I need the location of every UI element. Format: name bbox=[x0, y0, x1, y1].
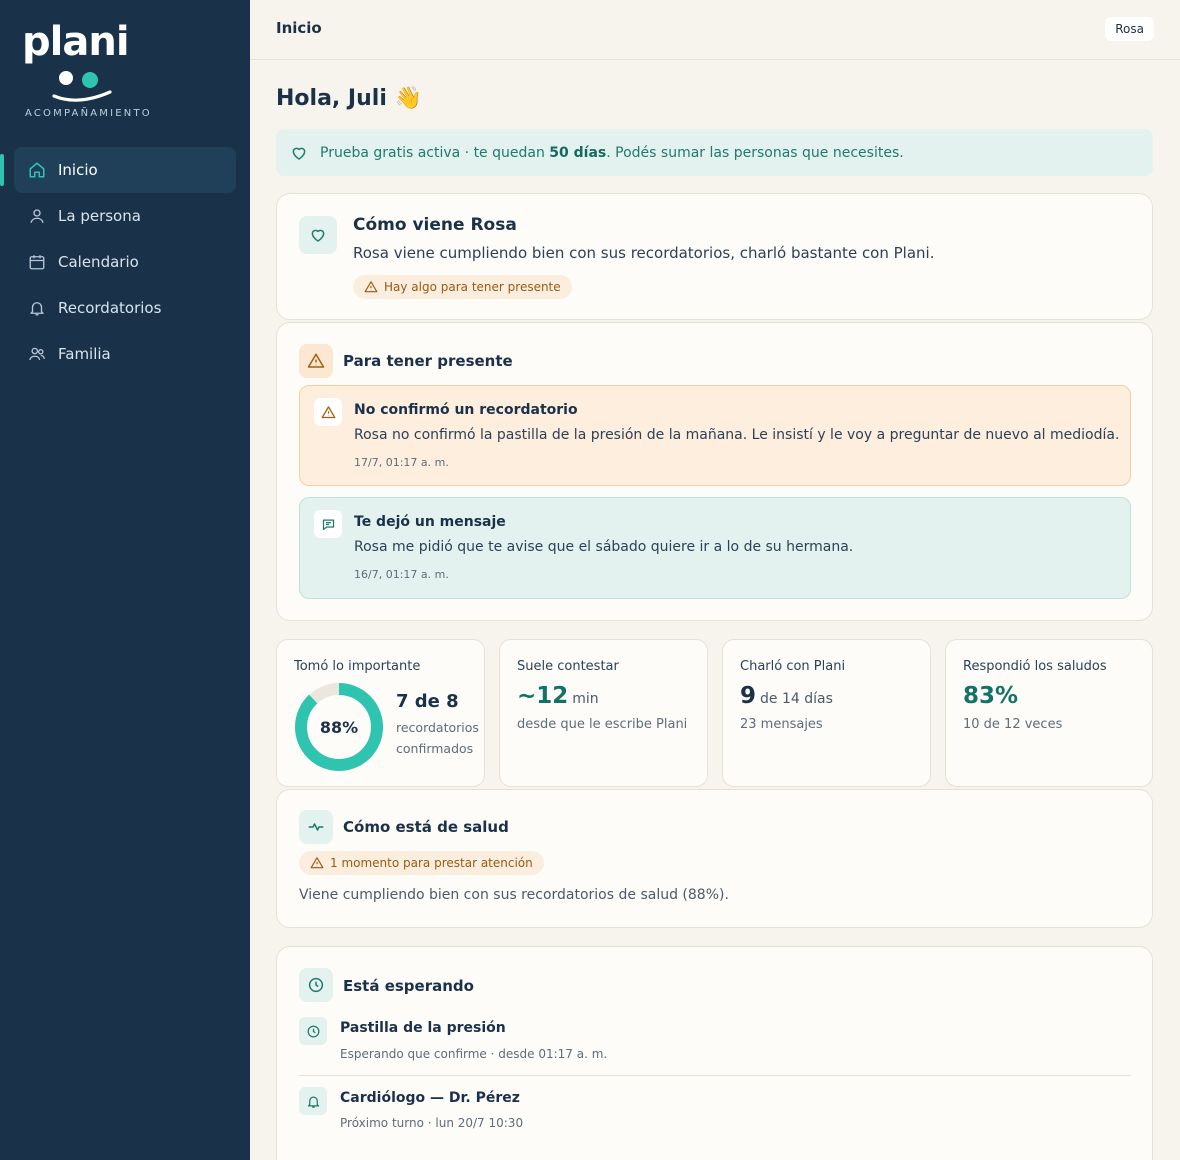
message-icon bbox=[314, 510, 342, 538]
stat-unit: de 14 días bbox=[760, 691, 833, 707]
sidebar-item-la-persona[interactable]: La persona bbox=[14, 193, 236, 239]
stat-label: Suele contestar bbox=[517, 659, 619, 674]
alert-body: Rosa no confirmó la pastilla de la presi… bbox=[354, 427, 1120, 443]
stat-big: 9 de 14 días bbox=[740, 683, 833, 709]
heart-icon bbox=[299, 216, 337, 254]
summary-text: Rosa viene cumpliendo bien con sus recor… bbox=[353, 244, 935, 262]
alert-date: 16/7, 01:17 a. m. bbox=[354, 568, 449, 581]
health-badge: 1 momento para prestar atención bbox=[299, 851, 544, 875]
waiting-item-title: Pastilla de la presión bbox=[340, 1020, 506, 1036]
sidebar-item-label: Recordatorios bbox=[58, 299, 162, 317]
stat-greetings: Respondió los saludos 83% 10 de 12 veces bbox=[945, 639, 1153, 787]
stat-response-time: Suele contestar ~12 min desde que le escr… bbox=[499, 639, 708, 787]
clock-icon bbox=[299, 1017, 327, 1045]
summary-card: Cómo viene Rosa Rosa viene cumpliendo bi… bbox=[276, 193, 1153, 320]
top-bar: Inicio Rosa bbox=[250, 0, 1180, 60]
health-badge-label: 1 momento para prestar atención bbox=[330, 856, 533, 870]
stat-label: Tomó lo importante bbox=[294, 659, 421, 674]
waiting-card: Está esperando Pastilla de la presión Es… bbox=[276, 946, 1153, 1160]
stat-sub: confirmados bbox=[396, 741, 474, 756]
stat-unit: min bbox=[572, 691, 599, 707]
stat-value: ~12 bbox=[517, 683, 569, 709]
warning-icon bbox=[299, 344, 333, 378]
alert-title: Te dejó un mensaje bbox=[354, 514, 506, 530]
health-title: Cómo está de salud bbox=[343, 818, 509, 836]
sidebar-item-recordatorios[interactable]: Recordatorios bbox=[14, 285, 236, 331]
home-icon bbox=[28, 161, 46, 179]
divider bbox=[299, 1075, 1131, 1076]
warning-icon bbox=[364, 281, 378, 293]
stat-label: Respondió los saludos bbox=[963, 659, 1107, 674]
stat-big: 7 de 8 bbox=[396, 691, 459, 712]
summary-title: Cómo viene Rosa bbox=[353, 215, 517, 235]
sidebar-item-label: Inicio bbox=[58, 161, 98, 179]
trial-banner: Prueba gratis activa · te quedan 50 días… bbox=[276, 129, 1153, 176]
stat-big: ~12 min bbox=[517, 683, 599, 709]
stat-chat: Charló con Plani 9 de 14 días 23 mensajes bbox=[722, 639, 931, 787]
users-icon bbox=[28, 345, 46, 363]
sidebar-item-label: Calendario bbox=[58, 253, 139, 271]
pulse-icon bbox=[299, 810, 333, 844]
warning-icon bbox=[310, 857, 324, 869]
alert-message[interactable]: Te dejó un mensaje Rosa me pidió que te … bbox=[299, 497, 1131, 599]
sidebar-item-label: Familia bbox=[58, 345, 111, 363]
sidebar-nav: Inicio La persona Calendario Recordatori… bbox=[0, 147, 236, 377]
trial-text-suffix: . Podés sumar las personas que necesites… bbox=[606, 144, 904, 161]
stat-sub: desde que le escribe Plani bbox=[517, 717, 688, 732]
trial-text-prefix: Prueba gratis activa · te quedan bbox=[320, 144, 550, 161]
waiting-item-title: Cardiólogo — Dr. Pérez bbox=[340, 1090, 520, 1106]
adherence-donut: 88% bbox=[295, 683, 383, 771]
alert-missed-reminder[interactable]: No confirmó un recordatorio Rosa no conf… bbox=[299, 385, 1131, 486]
alert-body: Rosa me pidió que te avise que el sábado… bbox=[354, 539, 854, 555]
stat-adherence: Tomó lo importante 88% 7 de 8 recordator… bbox=[276, 639, 485, 787]
stat-big: 83% bbox=[963, 683, 1019, 709]
waiting-item-sub: Próximo turno · lun 20/7 10:30 bbox=[340, 1116, 524, 1130]
clock-icon bbox=[299, 968, 333, 1002]
user-chip[interactable]: Rosa bbox=[1105, 17, 1154, 41]
health-text: Viene cumpliendo bien con sus recordator… bbox=[299, 887, 729, 903]
sidebar-item-inicio[interactable]: Inicio bbox=[0, 147, 236, 193]
plani-logo[interactable]: plani bbox=[22, 22, 152, 102]
donut-percent: 88% bbox=[320, 718, 358, 737]
calendar-icon bbox=[28, 253, 46, 271]
user-icon bbox=[28, 207, 46, 225]
alert-title: No confirmó un recordatorio bbox=[354, 402, 578, 418]
alert-date: 17/7, 01:17 a. m. bbox=[354, 456, 449, 469]
page-title: Inicio bbox=[276, 19, 322, 37]
bell-icon bbox=[28, 299, 46, 317]
attention-badge: Hay algo para tener presente bbox=[353, 275, 572, 299]
logo-wordmark: plani bbox=[22, 19, 130, 65]
bell-icon bbox=[299, 1087, 327, 1115]
waiting-item-sub: Esperando que confirme · desde 01:17 a. … bbox=[340, 1047, 608, 1061]
sidebar: plani ACOMPAÑAMIENTO Inicio La persona C… bbox=[0, 0, 250, 1160]
stat-value: 9 bbox=[740, 683, 757, 709]
logo-people-icon bbox=[52, 71, 112, 102]
waiting-title: Está esperando bbox=[343, 977, 474, 995]
attention-badge-label: Hay algo para tener presente bbox=[384, 280, 561, 294]
sidebar-item-familia[interactable]: Familia bbox=[14, 331, 236, 377]
greeting-heading: Hola, Juli 👋 bbox=[276, 86, 422, 111]
stat-label: Charló con Plani bbox=[740, 659, 846, 674]
attention-title: Para tener presente bbox=[343, 352, 513, 370]
stat-sub: 10 de 12 veces bbox=[963, 717, 1063, 732]
logo-tagline: ACOMPAÑAMIENTO bbox=[25, 108, 152, 119]
sidebar-item-label: La persona bbox=[58, 207, 141, 225]
health-card: Cómo está de salud 1 momento para presta… bbox=[276, 789, 1153, 928]
sidebar-item-calendario[interactable]: Calendario bbox=[14, 239, 236, 285]
heart-icon bbox=[290, 144, 308, 162]
trial-days: 50 días bbox=[549, 144, 607, 161]
stat-sub: recordatorios bbox=[396, 720, 479, 735]
attention-card: Para tener presente No confirmó un recor… bbox=[276, 322, 1153, 621]
warning-icon bbox=[314, 398, 342, 426]
stat-sub: 23 mensajes bbox=[740, 717, 823, 732]
